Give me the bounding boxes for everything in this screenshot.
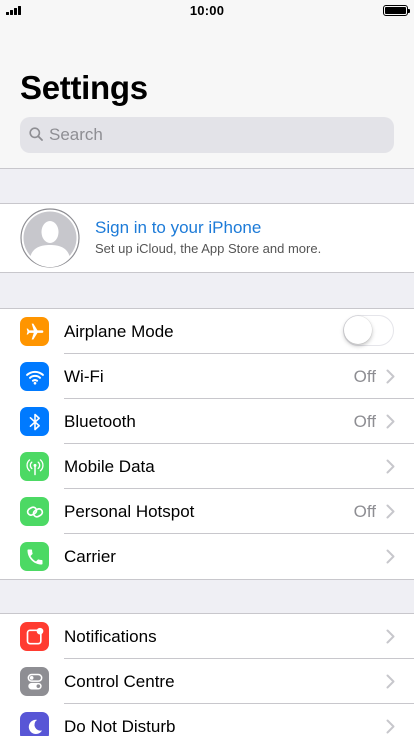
status-time: 10:00 (189, 3, 225, 18)
row-do-not-disturb[interactable]: Do Not Disturb (0, 704, 414, 736)
airplane-mode-toggle[interactable] (343, 315, 394, 346)
battery-icon (383, 5, 410, 16)
airplane-icon (20, 317, 49, 346)
chevron-right-icon (386, 504, 395, 519)
chevron-right-icon (386, 369, 395, 384)
search-input[interactable]: Search (20, 117, 394, 153)
chevron-right-icon (386, 549, 395, 564)
row-label: Wi-Fi (64, 367, 104, 386)
sign-in-row[interactable]: Sign in to your iPhone Set up iCloud, th… (0, 203, 414, 273)
page-title: Settings (20, 69, 148, 106)
chevron-right-icon (386, 459, 395, 474)
notifications-icon (20, 622, 49, 651)
row-label: Do Not Disturb (64, 717, 176, 736)
row-label: Personal Hotspot (64, 502, 195, 521)
row-bluetooth[interactable]: Bluetooth Off (0, 399, 414, 444)
hotspot-status: Off (353, 502, 376, 521)
control-centre-icon (20, 667, 49, 696)
row-notifications[interactable]: Notifications (0, 614, 414, 659)
wifi-status: Off (353, 367, 376, 386)
row-airplane-mode[interactable]: Airplane Mode (0, 309, 414, 354)
sign-in-title: Sign in to your iPhone (95, 218, 262, 237)
search-placeholder: Search (49, 125, 103, 144)
chevron-right-icon (386, 414, 395, 429)
row-label: Mobile Data (64, 457, 155, 476)
row-carrier[interactable]: Carrier (0, 534, 414, 579)
chevron-right-icon (386, 719, 395, 734)
bluetooth-icon (20, 407, 49, 436)
row-mobile-data[interactable]: Mobile Data (0, 444, 414, 489)
phone-icon (20, 542, 49, 571)
wifi-icon (20, 362, 49, 391)
mobile-data-icon (20, 452, 49, 481)
chevron-right-icon (386, 674, 395, 689)
row-label: Bluetooth (64, 412, 136, 431)
settings-header: Settings Search (0, 20, 414, 169)
row-control-centre[interactable]: Control Centre (0, 659, 414, 704)
person-silhouette-icon (20, 208, 80, 268)
row-label: Notifications (64, 627, 157, 646)
row-label: Control Centre (64, 672, 175, 691)
chevron-right-icon (386, 629, 395, 644)
connectivity-group: Airplane Mode Wi-Fi Off Bluetooth Off Mo… (0, 308, 414, 580)
row-label: Carrier (64, 547, 116, 566)
row-personal-hotspot[interactable]: Personal Hotspot Off (0, 489, 414, 534)
moon-icon (20, 712, 49, 736)
hotspot-icon (20, 497, 49, 526)
row-wifi[interactable]: Wi-Fi Off (0, 354, 414, 399)
row-label: Airplane Mode (64, 322, 174, 341)
system-group: Notifications Control Centre Do Not Dist… (0, 613, 414, 736)
avatar (20, 208, 80, 268)
status-bar: 10:00 (0, 0, 414, 20)
bluetooth-status: Off (353, 412, 376, 431)
search-icon (29, 127, 43, 141)
sign-in-subtitle: Set up iCloud, the App Store and more. (95, 241, 322, 256)
